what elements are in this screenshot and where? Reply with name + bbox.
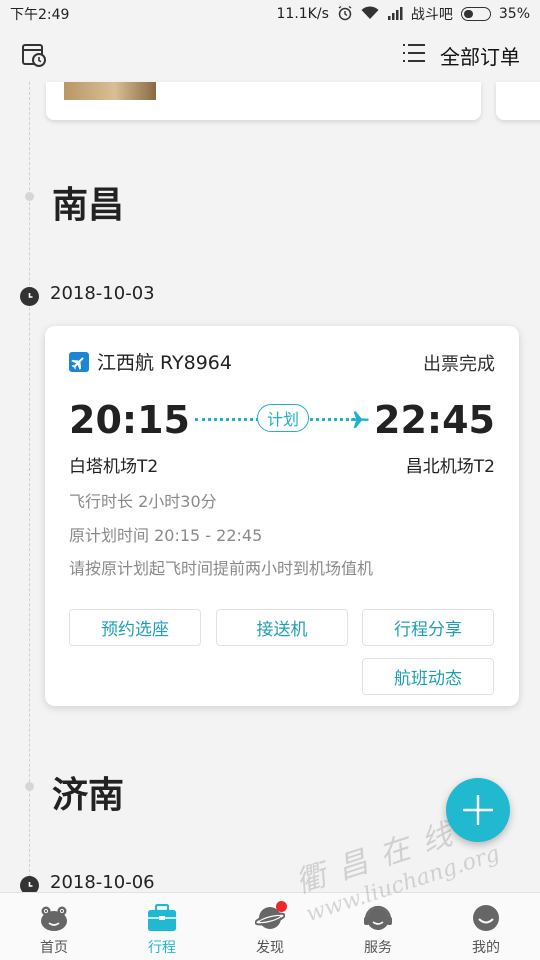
departure-airport: 白塔机场T2 [69,457,159,477]
clock-icon [20,287,39,306]
original-schedule: 原计划时间 20:15 - 22:45 [69,526,263,545]
signal-icon [387,6,403,23]
city-heading: 南昌 [52,185,125,226]
nav-label-service: 服务 [364,940,392,956]
arrival-airport: 昌北机场T2 [405,457,495,477]
nav-label-home: 首页 [40,940,68,956]
flight-status-button[interactable]: 航班动态 [362,658,494,695]
airline-row: 江西航 RY8964 [69,348,232,375]
add-trip-button[interactable] [446,778,510,842]
nav-label-trips: 行程 [148,940,176,956]
network-speed: 11.1K/s [276,6,329,22]
briefcase-icon [147,903,177,933]
trip-share-button[interactable]: 行程分享 [362,609,494,646]
nav-item-discover[interactable]: 发现 [216,893,324,960]
carrier-name: 战斗吧 [410,7,453,23]
battery-icon [460,7,491,21]
flight-card[interactable]: 江西航 RY8964 出票完成 20:15 计划 22:45 白塔机场T2 昌北… [45,326,519,706]
airplane-arrow-icon [349,408,371,430]
nav-label-profile: 我的 [472,940,500,956]
all-orders-button[interactable]: 全部订单 [402,41,520,70]
status-time: 下午2:49 [10,7,70,23]
airplane-icon [69,351,89,372]
notification-dot [276,901,287,912]
all-orders-label: 全部订单 [440,44,520,69]
status-indicators: 11.1K/s 战斗吧 35% [276,4,530,24]
list-icon [402,42,426,68]
status-bar: 下午2:49 11.1K/s 战斗吧 35% [0,0,540,28]
alarm-icon [337,5,353,24]
seat-reservation-button[interactable]: 预约选座 [69,609,201,646]
ticket-status: 出票完成 [423,354,495,375]
timeline-line [29,82,30,892]
timeline-dot [25,782,34,791]
plan-badge: 计划 [257,404,309,432]
nav-item-home[interactable]: 首页 [0,893,108,960]
departure-time: 20:15 [69,398,190,442]
nav-label-discover: 发现 [256,940,284,956]
check-in-notice: 请按原计划起飞时间提前两小时到机场值机 [69,559,374,578]
arrival-time: 22:45 [374,398,495,442]
flight-duration: 飞行时长 2小时30分 [69,492,217,511]
trip-date: 2018-10-03 [50,283,155,304]
smile-icon [471,903,501,933]
timeline-dot [25,192,34,201]
route-indicator: 计划 [195,404,371,434]
city-heading: 济南 [52,775,125,816]
top-bar: 全部订单 [0,28,540,82]
calendar-history-icon[interactable] [20,41,48,69]
home-face-icon [39,903,69,933]
trip-date: 2018-10-06 [50,872,155,893]
previous-trip-card[interactable] [46,82,481,120]
bottom-navigation: 首页 行程 发现 服务 我的 [0,892,540,960]
previous-trip-card-edge[interactable] [496,82,540,120]
airport-transfer-button[interactable]: 接送机 [216,609,348,646]
plus-icon [463,795,493,825]
airline-flight-number: 江西航 RY8964 [97,352,232,374]
nav-item-trips[interactable]: 行程 [108,893,216,960]
headset-icon [363,903,393,933]
nav-item-service[interactable]: 服务 [324,893,432,960]
nav-item-profile[interactable]: 我的 [432,893,540,960]
battery-percent: 35% [498,6,530,22]
wifi-icon [361,5,379,23]
hotel-thumbnail [64,82,156,100]
